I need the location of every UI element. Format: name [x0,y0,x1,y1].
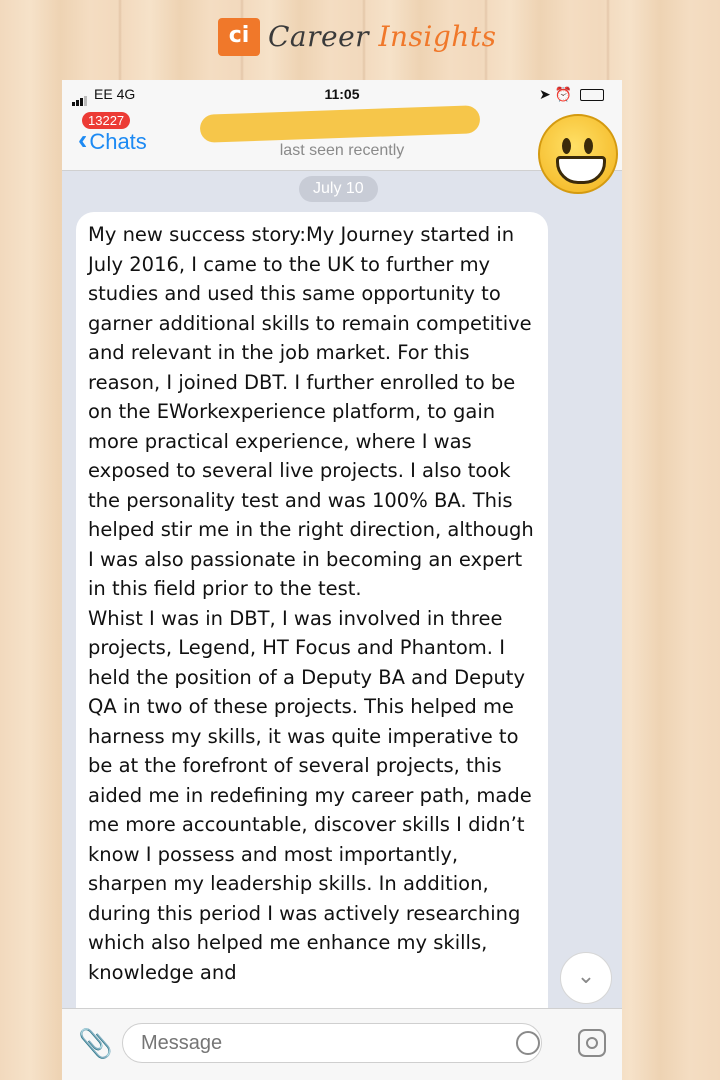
chat-header: ‹Chats 13227 last seen recently [62,105,622,194]
message-input[interactable] [122,1023,542,1063]
clock: 11:05 [324,86,360,102]
sticker-icon[interactable] [516,1031,540,1055]
paperclip-icon[interactable]: 📎 [78,1027,113,1060]
camera-icon[interactable] [578,1029,606,1057]
brand-banner: ci Career Insights [0,14,720,58]
brand-name-career: Career [268,20,370,53]
scroll-to-bottom-button[interactable]: ⌄ [560,952,612,1004]
brand-name-insights: Insights [378,20,497,53]
brand-name: Career Insights [268,20,496,53]
avatar-mouth [556,156,606,184]
date-separator: July 10 [299,176,378,202]
unread-badge: 13227 [82,112,131,129]
redacted-contact-name [199,105,481,143]
message-text: My new success story:My Journey started … [88,223,534,984]
chevron-down-icon: ⌄ [576,963,596,988]
phone-screen: EE 4G 11:05 ➤ ⏰ ‹Chats 13227 last seen r… [62,80,622,1080]
status-icons: ➤ ⏰ [539,86,604,103]
battery-icon [580,89,604,102]
alarm-icon: ⏰ [554,86,573,102]
message-composer: 📎 [62,1008,622,1080]
contact-avatar[interactable] [538,114,618,194]
avatar-right-eye [584,138,593,154]
location-icon: ➤ [539,86,551,102]
message-bubble[interactable]: My new success story:My Journey started … [76,212,548,1062]
avatar-left-eye [562,138,571,154]
status-bar: EE 4G 11:05 ➤ ⏰ [62,80,622,108]
career-insights-logo: ci [218,18,260,56]
